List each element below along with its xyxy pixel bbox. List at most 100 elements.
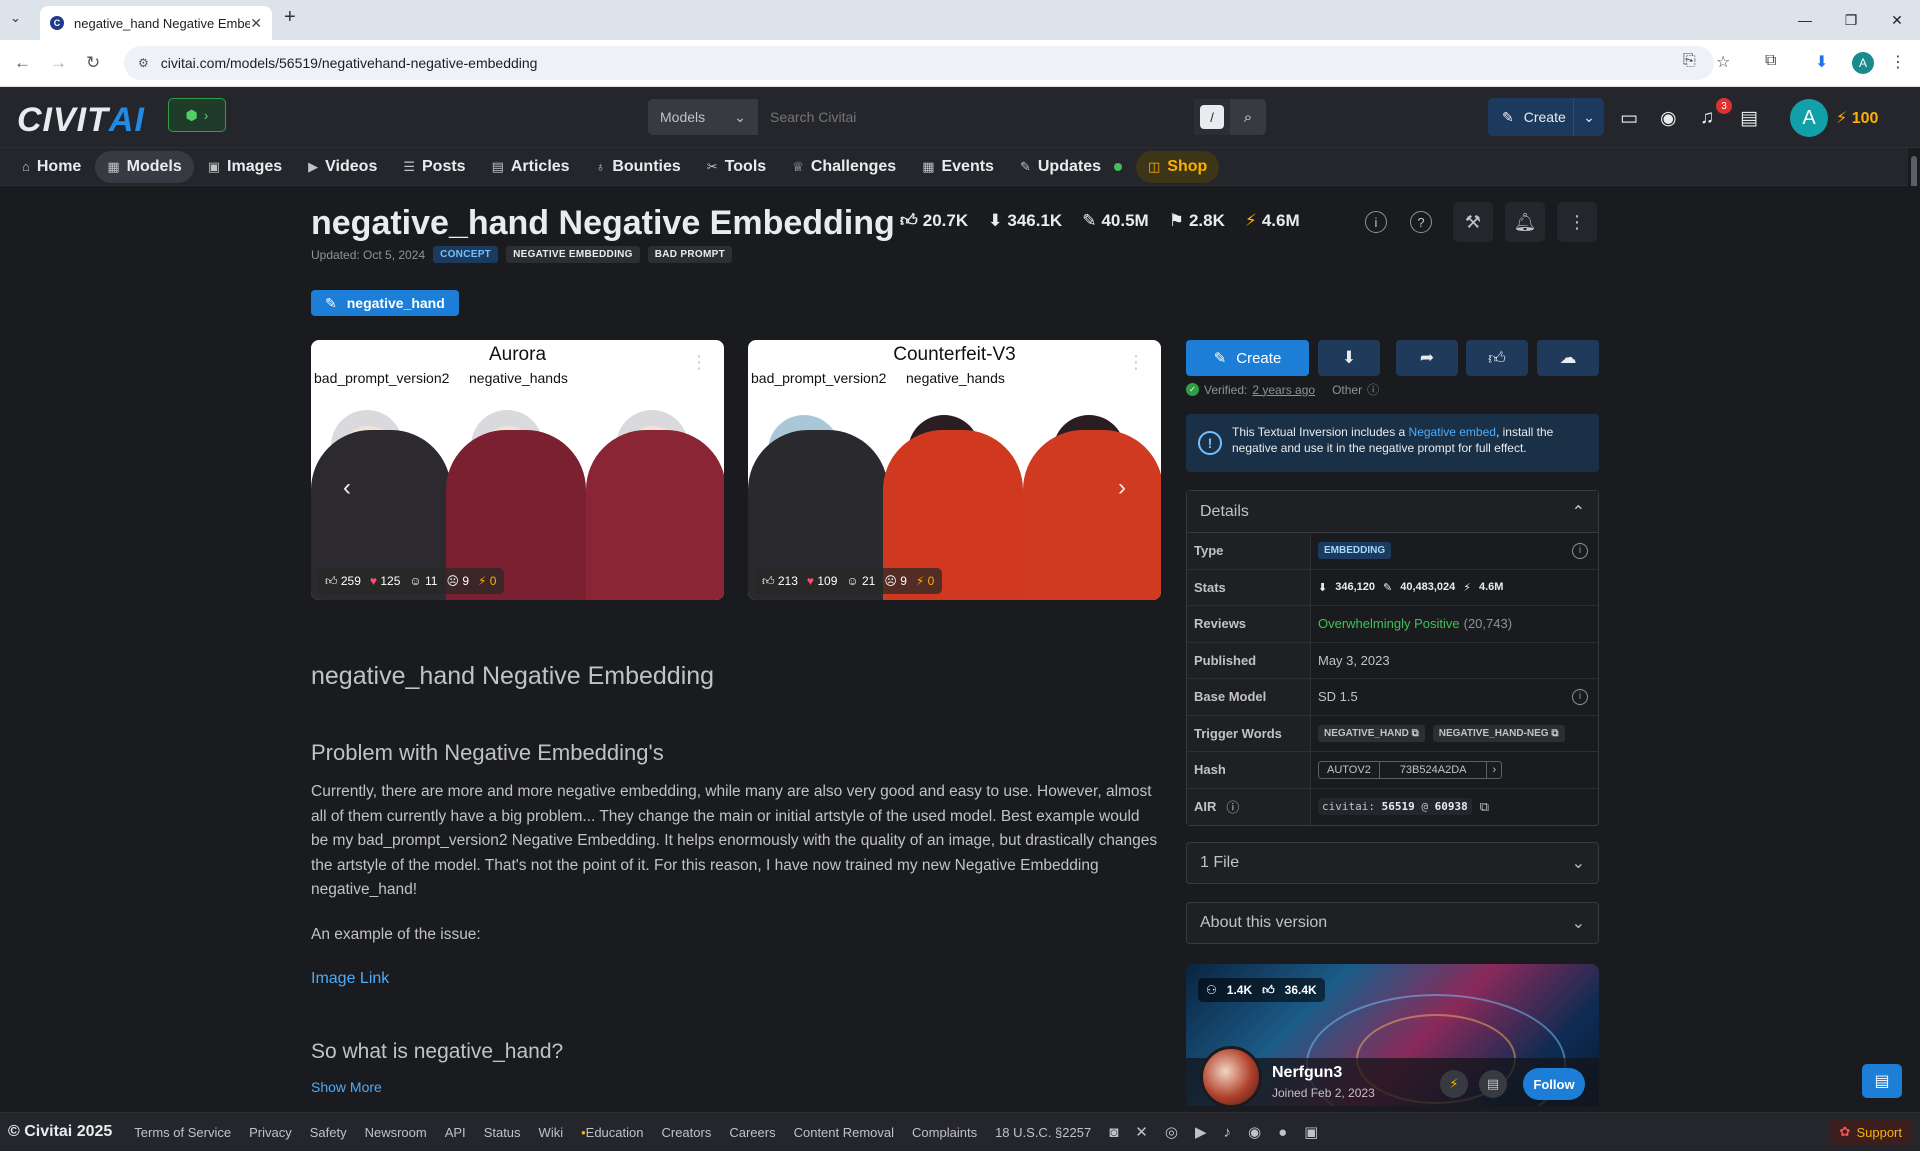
install-app-icon[interactable]: ⎘ (1683, 52, 1696, 70)
nav-shop[interactable]: ◫ Shop (1135, 150, 1220, 183)
buzz-balance[interactable]: ⚡ 100 (1836, 108, 1878, 128)
reaction-laugh[interactable]: ☺ 11 (409, 574, 437, 588)
carousel-next-icon[interactable]: › (1118, 474, 1126, 502)
search-input[interactable] (758, 99, 1194, 135)
footer-link[interactable]: API (445, 1125, 466, 1140)
browser-profile-avatar[interactable]: A (1852, 52, 1874, 74)
reaction-heart[interactable]: ♥ 109 (807, 574, 838, 588)
footer-link[interactable]: Careers (729, 1125, 775, 1140)
trigger-word[interactable]: NEGATIVE_HAND ⧉ (1318, 724, 1425, 742)
site-info-icon[interactable]: ⚙ (138, 56, 149, 70)
discord-icon[interactable]: ◙ (1109, 1124, 1118, 1141)
civitai-logo[interactable]: CIVITAI (17, 101, 145, 140)
search-scope-select[interactable]: Models ⌄ (648, 99, 758, 135)
reviews-rating[interactable]: Overwhelmingly Positive (1318, 616, 1460, 631)
tiktok-icon[interactable]: ♪ (1223, 1124, 1231, 1141)
bookmark-star-icon[interactable]: ☆ (1716, 52, 1730, 72)
new-tab-icon[interactable]: + (284, 6, 296, 29)
info-icon[interactable]: i (1572, 688, 1588, 705)
nav-bounties[interactable]: ♁ Bounties (584, 151, 693, 183)
nav-events[interactable]: ▦ Events (910, 151, 1006, 183)
nav-models[interactable]: ▦ Models (95, 150, 194, 183)
footer-link[interactable]: Safety (310, 1125, 347, 1140)
reaction-like[interactable]: 👍︎ 213 (762, 574, 798, 589)
download-button[interactable]: ⬇ (1318, 340, 1380, 376)
bell-plus-icon[interactable]: 🔔︎ (1505, 202, 1545, 242)
minimize-icon[interactable]: — (1782, 0, 1828, 40)
trigger-word[interactable]: NEGATIVE_HAND-NEG ⧉ (1432, 724, 1565, 742)
footer-link[interactable]: Complaints (912, 1125, 977, 1140)
copy-icon[interactable]: ⧉ (1480, 799, 1489, 815)
files-accordion[interactable]: 1 File ⌄ (1186, 842, 1599, 884)
verified-time[interactable]: 2 years ago (1252, 383, 1315, 397)
version-tab[interactable]: ✎ negative_hand (311, 290, 459, 316)
nav-images[interactable]: ▣ Images (196, 151, 294, 183)
reaction-buzz[interactable]: ⚡ 0 (478, 574, 496, 588)
address-bar[interactable]: ⚙ civitai.com/models/56519/negativehand-… (124, 46, 1714, 80)
card-menu-icon[interactable]: ⋮ (1127, 352, 1145, 373)
youtube-icon[interactable]: ▶ (1195, 1123, 1207, 1141)
tip-buzz-icon[interactable]: ⚡ (1440, 1070, 1468, 1098)
footer-link-education[interactable]: •Education (581, 1125, 643, 1140)
info-icon[interactable]: i (1365, 211, 1387, 233)
reaction-cry[interactable]: ☹ 9 (446, 574, 469, 588)
reaction-heart[interactable]: ♥ 125 (370, 574, 401, 588)
user-avatar[interactable]: A (1790, 99, 1828, 137)
more-options-icon[interactable]: ⋮ (1557, 202, 1597, 242)
reload-icon[interactable]: ↻ (86, 53, 100, 73)
image-link[interactable]: Image Link (311, 970, 389, 988)
browser-tab[interactable]: C negative_hand Negative Embec ✕ (40, 6, 272, 40)
nav-updates[interactable]: ✎ Updates (1008, 151, 1134, 183)
support-button[interactable]: ✿ Support (1829, 1119, 1912, 1145)
show-more-link[interactable]: Show More (311, 1079, 382, 1095)
downloads-icon[interactable]: ⬇ (1815, 52, 1828, 72)
back-icon[interactable]: ← (14, 53, 31, 73)
tag-bad-prompt[interactable]: BAD PROMPT (647, 246, 732, 263)
creator-name[interactable]: Nerfgun3 (1272, 1064, 1342, 1082)
share-button[interactable]: ➦ (1396, 340, 1458, 376)
hash-selector[interactable]: AUTOV2 73B524A2DA › (1318, 760, 1503, 779)
forward-icon[interactable]: → (50, 53, 67, 73)
gavel-icon[interactable]: ⚒ (1453, 202, 1493, 242)
close-tab-icon[interactable]: ✕ (250, 15, 262, 32)
tab-search-icon[interactable]: ⌄ (10, 10, 21, 26)
footer-link[interactable]: 18 U.S.C. §2257 (995, 1125, 1091, 1140)
nav-challenges[interactable]: ♕ Challenges (780, 151, 908, 183)
x-icon[interactable]: ✕ (1135, 1123, 1148, 1141)
reddit-icon[interactable]: ◉ (1248, 1123, 1261, 1141)
reaction-buzz[interactable]: ⚡ 0 (916, 574, 934, 588)
about-version-accordion[interactable]: About this version ⌄ (1186, 902, 1599, 944)
like-button[interactable]: 👍︎ (1466, 340, 1528, 376)
extensions-icon[interactable]: ⧉ (1765, 52, 1776, 70)
instagram-icon[interactable]: ◎ (1165, 1123, 1178, 1141)
reaction-cry[interactable]: ☹ 9 (884, 574, 907, 588)
tag-concept[interactable]: CONCEPT (433, 246, 499, 263)
restore-icon[interactable]: ❐ (1828, 0, 1874, 40)
twitch-icon[interactable]: ▣ (1304, 1123, 1318, 1141)
create-button[interactable]: ✎ Create ⌄ (1488, 98, 1604, 136)
details-header[interactable]: Details ⌃ (1187, 491, 1598, 533)
footer-link[interactable]: Privacy (249, 1125, 292, 1140)
creator-card[interactable]: ⚇ 1.4K 👍︎ 36.4K Nerfgun3 Joined Feb 2, 202… (1186, 964, 1599, 1106)
screen-icon[interactable]: ▭ (1620, 107, 1638, 130)
negative-embed-link[interactable]: Negative embed (1409, 425, 1496, 439)
github-icon[interactable]: ● (1278, 1124, 1287, 1141)
nav-home[interactable]: ⌂ Home (10, 151, 93, 183)
bell-icon[interactable]: ♫ (1700, 107, 1714, 129)
info-icon[interactable]: i (1572, 542, 1588, 559)
chevron-down-icon[interactable]: ⌄ (1574, 109, 1604, 126)
footer-link[interactable]: Newsroom (365, 1125, 427, 1140)
chat-fab-button[interactable]: ▤ (1862, 1064, 1902, 1098)
membership-button[interactable]: ⬢ › (168, 98, 226, 132)
footer-link[interactable]: Status (484, 1125, 521, 1140)
reaction-like[interactable]: 👍︎ 259 (325, 574, 361, 589)
footer-link[interactable]: Creators (661, 1125, 711, 1140)
search-icon[interactable]: ⌕ (1230, 99, 1266, 135)
nav-articles[interactable]: ▤ Articles (480, 151, 582, 183)
creator-avatar[interactable] (1200, 1046, 1262, 1106)
nav-tools[interactable]: ✂ Tools (695, 151, 778, 183)
footer-link[interactable]: Terms of Service (134, 1125, 231, 1140)
close-window-icon[interactable]: ✕ (1874, 0, 1920, 40)
info-icon[interactable]: ⓘ (1367, 381, 1379, 398)
chat-icon[interactable]: ▤ (1740, 107, 1758, 130)
